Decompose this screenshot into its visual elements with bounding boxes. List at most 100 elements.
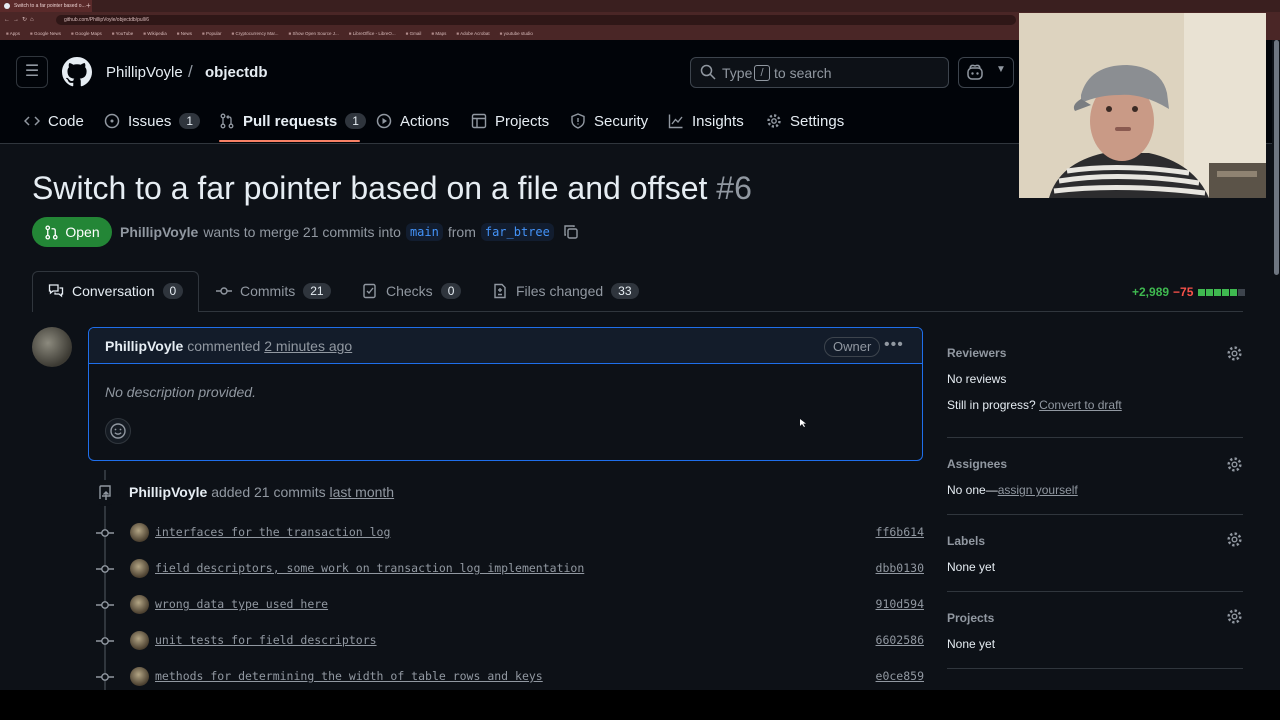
- github-logo-icon[interactable]: [62, 57, 92, 87]
- tab-counter: 21: [303, 283, 331, 299]
- commit-author-avatar[interactable]: [130, 595, 149, 614]
- push-author-link[interactable]: PhillipVoyle: [129, 484, 207, 500]
- search-placeholder-prefix: Type: [722, 65, 753, 81]
- tab-issues[interactable]: Issues 1: [104, 108, 201, 134]
- gear-icon[interactable]: [1226, 456, 1243, 473]
- tab-label: Pull requests: [243, 112, 338, 130]
- bookmark-item[interactable]: Adobe Acrobat: [456, 28, 490, 40]
- gear-icon[interactable]: [1226, 608, 1243, 625]
- search-icon: [700, 64, 716, 80]
- base-branch[interactable]: main: [405, 223, 443, 241]
- bookmark-item[interactable]: Apps: [6, 28, 20, 40]
- commit-author-avatar[interactable]: [130, 523, 149, 542]
- sidebar-divider: [947, 514, 1243, 515]
- tab-pull-requests[interactable]: Pull requests 1: [219, 108, 366, 134]
- tab-counter: 1: [179, 113, 201, 129]
- bookmark-item[interactable]: Wikipedia: [143, 28, 167, 40]
- diffstat-box: [1198, 289, 1206, 296]
- comment-timestamp[interactable]: 2 minutes ago: [264, 338, 352, 354]
- commit-author-avatar[interactable]: [130, 631, 149, 650]
- commit-sha-link[interactable]: 6602586: [876, 633, 924, 647]
- tab-code[interactable]: Code: [24, 108, 84, 134]
- commit-sha-link[interactable]: e0ce859: [876, 669, 924, 683]
- checklist-icon: [363, 283, 376, 299]
- commit-message-link[interactable]: field descriptors, some work on transact…: [155, 561, 584, 575]
- tab-label: Files changed: [516, 283, 604, 299]
- push-action: added 21 commits: [211, 484, 326, 500]
- bookmark-item[interactable]: Popular: [202, 28, 222, 40]
- commit-message-link[interactable]: interfaces for the transaction log: [155, 525, 390, 539]
- tab-conversation-content[interactable]: Conversation 0: [48, 283, 184, 299]
- bookmark-item[interactable]: Google News: [30, 28, 61, 40]
- tab-security[interactable]: Security: [570, 108, 648, 134]
- commit-author-avatar[interactable]: [130, 667, 149, 686]
- convert-to-draft-link[interactable]: Convert to draft: [1039, 398, 1122, 412]
- tab-commits[interactable]: Commits 21: [216, 283, 331, 299]
- sidebar-divider: [947, 591, 1243, 592]
- bookmark-item[interactable]: News: [177, 28, 192, 40]
- commit-sha-link[interactable]: 910d594: [876, 597, 924, 611]
- pr-tabs-border: [32, 311, 1243, 312]
- projects-heading[interactable]: Projects: [947, 611, 994, 625]
- bookmark-item[interactable]: Maps: [431, 28, 446, 40]
- assign-yourself-link[interactable]: assign yourself: [998, 483, 1078, 497]
- browser-tab-title: Switch to a far pointer based o...: [14, 3, 86, 9]
- bookmark-item[interactable]: LibreOffice - LibreO...: [349, 28, 396, 40]
- browser-tab[interactable]: Switch to a far pointer based o...: [0, 0, 92, 12]
- tab-projects[interactable]: Projects: [471, 108, 549, 134]
- commit-sha-link[interactable]: dbb0130: [876, 561, 924, 575]
- bookmark-item[interactable]: YouTube: [112, 28, 134, 40]
- tab-label: Commits: [240, 283, 296, 299]
- bookmark-item[interactable]: Show Open Source J...: [288, 28, 338, 40]
- labels-heading[interactable]: Labels: [947, 534, 985, 548]
- copy-icon[interactable]: [563, 224, 579, 240]
- bookmark-item[interactable]: Cryptocurrency Mar...: [232, 28, 278, 40]
- commit-message-link[interactable]: methods for determining the width of tab…: [155, 669, 543, 683]
- pr-state-badge: Open: [32, 217, 112, 247]
- browser-nav-icons[interactable]: ←→↻⌂: [4, 12, 37, 28]
- push-timestamp[interactable]: last month: [330, 484, 395, 500]
- repo-owner-link[interactable]: PhillipVoyle: [106, 64, 183, 81]
- tab-checks[interactable]: Checks 0: [362, 283, 462, 299]
- tab-counter: 1: [345, 113, 366, 129]
- bookmark-item[interactable]: Google Maps: [71, 28, 102, 40]
- kebab-horizontal-icon[interactable]: •••: [884, 336, 904, 354]
- chevron-down-icon[interactable]: ▼: [996, 64, 1006, 75]
- repo-name-link[interactable]: objectdb: [205, 64, 268, 81]
- bookmark-item[interactable]: Gmail: [406, 28, 422, 40]
- gear-icon[interactable]: [1226, 345, 1243, 362]
- gear-icon[interactable]: [1226, 531, 1243, 548]
- commit-sha-link[interactable]: ff6b614: [876, 525, 924, 539]
- bookmark-item[interactable]: youtube studio: [500, 28, 533, 40]
- video-letterbox: [0, 690, 1280, 720]
- merge-text: wants to merge 21 commits into: [203, 224, 401, 240]
- tab-settings[interactable]: Settings: [766, 108, 844, 134]
- tab-label: Projects: [495, 112, 550, 130]
- assignees-heading[interactable]: Assignees: [947, 457, 1007, 471]
- menu-button[interactable]: ☰: [16, 56, 48, 88]
- git-commit-icon: [96, 673, 114, 681]
- assignees-empty-text: No one—: [947, 483, 998, 497]
- head-branch[interactable]: far_btree: [480, 223, 554, 241]
- tab-insights[interactable]: Insights: [668, 108, 744, 134]
- git-commit-icon: [96, 601, 114, 609]
- commit-row: field descriptors, some work on transact…: [96, 557, 924, 583]
- commit-message-link[interactable]: unit tests for field descriptors: [155, 633, 377, 647]
- mouse-cursor-icon: [800, 419, 806, 427]
- pr-author-link[interactable]: PhillipVoyle: [120, 224, 198, 240]
- commit-author-avatar[interactable]: [130, 559, 149, 578]
- comment-body: No description provided.: [105, 384, 256, 400]
- tab-actions[interactable]: Actions: [376, 108, 449, 134]
- tab-files-changed[interactable]: Files changed 33: [492, 283, 639, 299]
- sidebar-divider: [947, 437, 1243, 438]
- commit-message-link[interactable]: wrong data type used here: [155, 597, 328, 611]
- new-tab-button[interactable]: +: [86, 0, 91, 12]
- git-commit-icon: [96, 565, 114, 573]
- avatar[interactable]: [32, 327, 72, 367]
- tab-label: Issues: [128, 112, 172, 130]
- scrollbar-thumb[interactable]: [1274, 40, 1279, 275]
- address-bar[interactable]: github.com/PhillipVoyle/objectdb/pull/6: [56, 15, 1016, 25]
- additions-count: +2,989: [1132, 285, 1170, 299]
- comment-author-link[interactable]: PhillipVoyle: [105, 338, 183, 354]
- reviewers-heading[interactable]: Reviewers: [947, 346, 1006, 360]
